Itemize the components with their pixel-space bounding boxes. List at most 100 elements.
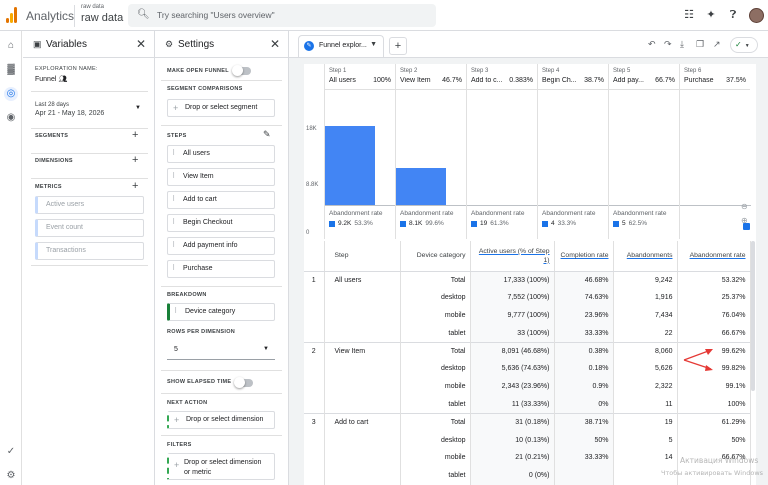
- breakdown-chip[interactable]: ⠇ Device category: [167, 303, 275, 321]
- drag-handle-icon[interactable]: ⠇: [172, 146, 177, 162]
- column-header[interactable]: Active users (% of Step 1): [470, 241, 555, 272]
- steps-label: STEPS: [167, 133, 187, 139]
- metric-chip[interactable]: Active users: [35, 196, 144, 214]
- funnel-step-column[interactable]: Step 5 Add pay... 66.7% Abandonment rate 5 62…: [608, 64, 680, 239]
- add-metric-icon[interactable]: +: [132, 180, 138, 192]
- add-tab-button[interactable]: +: [389, 37, 407, 55]
- zoom-out-icon[interactable]: ⊖: [741, 202, 748, 211]
- rows-per-dimension-select[interactable]: 5 ▼: [167, 340, 275, 360]
- undo-icon[interactable]: ↶: [648, 39, 656, 50]
- table-row[interactable]: tablet 33 (100%) 33.33% 22 66.67%: [304, 324, 751, 343]
- app-title[interactable]: Analytics: [26, 9, 74, 23]
- funnel-step-column[interactable]: Step 6 Purchase 37.5%: [679, 64, 751, 239]
- table-row[interactable]: desktop 5,636 (74.63%) 0.18% 5,626 99.82%: [304, 359, 751, 378]
- segment-drop-zone[interactable]: + Drop or select segment: [167, 99, 275, 117]
- step-chip[interactable]: ⠇ View Item: [167, 168, 275, 186]
- funnel-step-column[interactable]: Step 2 View Item 46.7% Abandonment rate 8.1K…: [395, 64, 467, 239]
- row-completion-rate: 33.33%: [554, 324, 614, 343]
- insights-icon[interactable]: ↗: [713, 39, 721, 50]
- abandonment-value[interactable]: 8.1K 99.6%: [409, 220, 444, 227]
- row-abandonments: 2,322: [613, 377, 678, 396]
- table-row[interactable]: mobile 2,343 (23.96%) 0.9% 2,322 99.1%: [304, 377, 751, 396]
- step-chip[interactable]: ⠇ All users: [167, 145, 275, 163]
- funnel-step-column[interactable]: Step 4 Begin Ch... 38.7% Abandonment rate 4 3…: [537, 64, 609, 239]
- abandonment-value[interactable]: 9.2K 53.3%: [338, 220, 373, 227]
- step-chip[interactable]: ⠇ Begin Checkout: [167, 214, 275, 232]
- column-header[interactable]: Abandonments: [613, 241, 678, 272]
- column-header[interactable]: Abandonment rate: [677, 241, 751, 272]
- analytics-logo[interactable]: [6, 7, 18, 23]
- breakdown-value: Device category: [185, 308, 236, 315]
- filters-drop-zone[interactable]: + Drop or select dimension or metric: [167, 453, 275, 480]
- tab-funnel-exploration[interactable]: ✎ Funnel explor... ▼: [298, 35, 384, 57]
- next-action-drop-zone[interactable]: + Drop or select dimension: [167, 411, 275, 429]
- abandonment-value[interactable]: 5 62.5%: [622, 220, 647, 227]
- table-row[interactable]: mobile 9,777 (100%) 23.96% 7,434 76.04%: [304, 306, 751, 325]
- funnel-step-column[interactable]: Step 3 Add to c... 0.383% Abandonment rate 1…: [466, 64, 538, 239]
- table-row[interactable]: 1 All users Total 17,333 (100%) 46.68% 9,242 5…: [304, 271, 751, 289]
- row-index: [304, 288, 325, 307]
- date-range-picker[interactable]: Last 28 days Apr 21 - May 18, 2026 ▼: [35, 102, 147, 124]
- abandonment-label: Abandonment rate: [613, 210, 667, 217]
- drag-handle-icon[interactable]: ⠇: [172, 261, 177, 277]
- elapsed-time-toggle[interactable]: [234, 377, 253, 388]
- close-icon[interactable]: ✕: [136, 37, 146, 51]
- column-header[interactable]: Step: [324, 241, 401, 272]
- download-icon[interactable]: ⤓: [680, 39, 684, 50]
- table-row[interactable]: desktop 10 (0.13%) 50% 5 50%: [304, 431, 751, 449]
- metric-chip[interactable]: Event count: [35, 219, 144, 237]
- table-row[interactable]: desktop 7,552 (100%) 74.63% 1,916 25.37%: [304, 288, 751, 307]
- reports-icon[interactable]: ▓: [4, 63, 18, 77]
- drag-handle-icon[interactable]: ⠇: [174, 304, 179, 320]
- drag-handle-icon[interactable]: ⠇: [172, 238, 177, 254]
- add-dimension-icon[interactable]: +: [132, 154, 138, 166]
- redo-icon[interactable]: ↷: [664, 39, 672, 50]
- row-device: tablet: [400, 466, 471, 485]
- home-icon[interactable]: ⌂: [4, 39, 18, 53]
- drag-handle-icon[interactable]: ⠇: [172, 169, 177, 185]
- help-icon[interactable]: ❓︎: [726, 8, 740, 22]
- apps-grid-icon[interactable]: ☷: [682, 8, 696, 22]
- legend-square-icon[interactable]: [743, 223, 750, 230]
- column-header[interactable]: Device category: [400, 241, 471, 272]
- edit-pencil-icon[interactable]: ✎: [263, 129, 271, 140]
- open-funnel-toggle[interactable]: [232, 65, 251, 76]
- table-row[interactable]: 3 Add to cart Total 31 (0.18%) 38.71% 19 61.29…: [304, 412, 751, 432]
- property-selector[interactable]: raw data: [81, 12, 123, 24]
- exploration-name-field[interactable]: Funnel 👥︎: [35, 75, 67, 83]
- funnel-step-column[interactable]: Step 1 All users 100% Abandonment rate 9.2K 5…: [324, 64, 396, 239]
- column-header-text: Active users (% of Step 1): [478, 247, 550, 264]
- scrollbar[interactable]: [751, 241, 755, 391]
- metric-chip[interactable]: Transactions: [35, 242, 144, 260]
- step-percent: 37.5%: [726, 77, 746, 84]
- step-chip[interactable]: ⠇ Add payment info: [167, 237, 275, 255]
- avatar[interactable]: [749, 8, 764, 23]
- column-header[interactable]: Completion rate: [554, 241, 614, 272]
- abandonment-value[interactable]: 19 61.3%: [480, 220, 509, 227]
- close-icon[interactable]: ✕: [270, 37, 280, 51]
- abandonment-value[interactable]: 4 33.3%: [551, 220, 576, 227]
- search-bar[interactable]: 🔍︎ Try searching "Users overview": [128, 4, 436, 27]
- explore-icon[interactable]: ◎: [4, 87, 18, 101]
- drag-handle-icon[interactable]: ⠇: [172, 192, 177, 208]
- dropdown-caret-icon[interactable]: ▼: [370, 41, 377, 48]
- step-chip[interactable]: ⠇ Purchase: [167, 260, 275, 278]
- row-abandonment-rate: 99.1%: [677, 377, 751, 396]
- settings-gear-icon[interactable]: ⚙: [4, 469, 18, 483]
- funnel-bar[interactable]: [325, 126, 375, 205]
- advertising-icon[interactable]: ◉: [4, 111, 18, 125]
- share-icon[interactable]: ❐: [696, 39, 704, 50]
- drag-handle-icon[interactable]: ⠇: [172, 215, 177, 231]
- row-active-users: 8,091 (46.68%): [470, 341, 555, 360]
- status-dropdown[interactable]: ✓ ▼: [730, 37, 758, 53]
- step-chip[interactable]: ⠇ Add to cart: [167, 191, 275, 209]
- funnel-bar[interactable]: [396, 168, 446, 205]
- admin-check-icon[interactable]: ✓: [4, 445, 18, 459]
- table-row[interactable]: tablet 11 (33.33%) 0% 11 100%: [304, 395, 751, 414]
- add-segment-icon[interactable]: +: [132, 129, 138, 141]
- row-device: desktop: [400, 431, 471, 449]
- account-name[interactable]: raw data: [81, 4, 104, 10]
- table-row[interactable]: 2 View Item Total 8,091 (46.68%) 0.38% 8,060 9…: [304, 341, 751, 360]
- sparkle-icon[interactable]: ✦: [704, 8, 718, 22]
- abandonment-percent: 99.6%: [425, 220, 444, 227]
